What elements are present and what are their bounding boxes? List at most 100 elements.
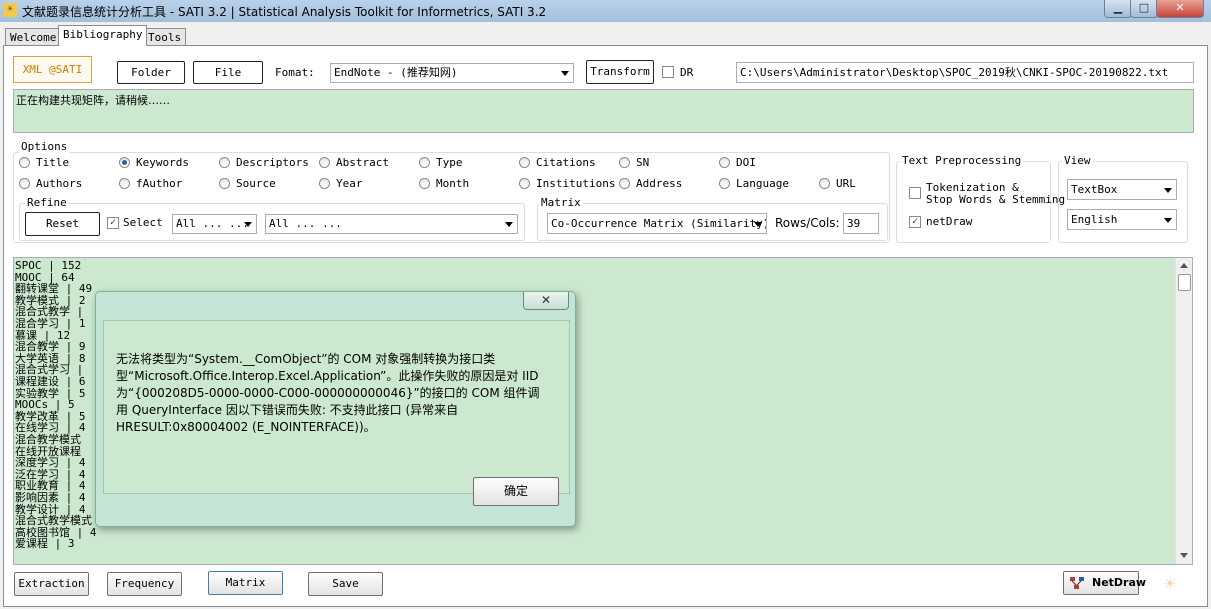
- option-label-keywords: Keywords: [136, 156, 189, 169]
- reset-button[interactable]: Reset: [25, 212, 100, 236]
- option-radio-month[interactable]: [419, 178, 430, 189]
- tab-tools[interactable]: Tools: [143, 28, 187, 46]
- tokenization-checkbox[interactable]: [909, 187, 921, 199]
- chevron-down-icon: [505, 222, 513, 227]
- option-radio-citations[interactable]: [519, 157, 530, 168]
- file-path-input[interactable]: C:\Users\Administrator\Desktop\SPOC_2019…: [736, 62, 1194, 83]
- xml-sati-label: XML @SATI: [13, 56, 92, 83]
- result-line: 翻转课堂 | 49: [15, 282, 93, 296]
- netdraw-label: netDraw: [926, 215, 973, 228]
- refine-filter-select-2[interactable]: All ... ...: [265, 214, 518, 234]
- option-radio-keywords[interactable]: [119, 157, 130, 168]
- option-radio-source[interactable]: [219, 178, 230, 189]
- option-label-month: Month: [436, 177, 470, 190]
- results-scrollbar[interactable]: [1175, 258, 1192, 564]
- option-radio-doi[interactable]: [719, 157, 730, 168]
- option-radio-year[interactable]: [319, 178, 330, 189]
- result-line: 混合学习 | 1: [15, 317, 86, 330]
- option-label-descriptors: Descriptors: [236, 156, 309, 169]
- frequency-button[interactable]: Frequency: [107, 572, 182, 596]
- save-button[interactable]: Save: [308, 572, 383, 596]
- dialog-message: 无法将类型为“System.__ComObject”的 COM 对象强制转换为接…: [116, 352, 540, 434]
- dialog-ok-button[interactable]: 确定: [473, 477, 559, 506]
- extraction-button[interactable]: Extraction: [14, 572, 89, 596]
- result-line: MOOCs | 5: [15, 398, 75, 412]
- view-display-select[interactable]: TextBox: [1067, 179, 1177, 200]
- format-select-value: EndNote - (推荐知网): [334, 66, 458, 79]
- dr-label: DR: [680, 66, 694, 79]
- netdraw-icon: [1069, 576, 1085, 590]
- refine-filter-select-1[interactable]: All ... ... ...: [172, 214, 257, 234]
- result-line: 混合教学 | 9: [15, 340, 86, 354]
- option-radio-fauthor[interactable]: [119, 178, 130, 189]
- select-label: Select: [123, 216, 163, 229]
- chevron-down-icon: [1164, 187, 1172, 193]
- netdraw-checkbox[interactable]: ✓: [909, 216, 921, 228]
- option-label-abstract: Abstract: [336, 156, 389, 169]
- option-label-authors: Authors: [36, 177, 83, 190]
- result-line: 爱课程 | 3: [15, 537, 75, 551]
- chevron-down-icon: [561, 71, 569, 76]
- result-line: 课程建设 | 6: [15, 375, 86, 388]
- option-radio-title[interactable]: [19, 157, 30, 168]
- status-textbox[interactable]: 正在构建共现矩阵，请稍候……: [13, 89, 1194, 133]
- result-line: SPOC | 152: [15, 259, 82, 272]
- minimize-button[interactable]: ▁: [1104, 0, 1132, 18]
- window-title: 文献题录信息统计分析工具 - SATI 3.2 | Statistical An…: [22, 5, 547, 19]
- option-label-source: Source: [236, 177, 276, 190]
- view-display-value: TextBox: [1071, 183, 1118, 196]
- matrix-button[interactable]: Matrix: [208, 571, 283, 595]
- option-label-citations: Citations: [536, 156, 596, 169]
- refine-group-label: Refine: [25, 196, 69, 209]
- stopwords-stemming-label: Stop Words & Stemming: [926, 193, 1066, 206]
- option-label-fauthor: fAuthor: [136, 177, 183, 190]
- dialog-close-button[interactable]: ✕: [523, 292, 569, 310]
- matrix-type-select[interactable]: Co-Occurrence Matrix (Similarity): [547, 213, 767, 234]
- scroll-up-icon[interactable]: [1180, 263, 1188, 268]
- option-label-institutions: Institutions: [536, 177, 616, 190]
- matrix-type-value: Co-Occurrence Matrix (Similarity): [551, 217, 767, 230]
- options-group-label: Options: [19, 140, 70, 153]
- scroll-thumb[interactable]: [1178, 274, 1191, 291]
- result-line: 深度学习 | 4: [15, 456, 86, 470]
- rows-cols-label: Rows/Cols:: [775, 216, 840, 230]
- option-radio-abstract[interactable]: [319, 157, 330, 168]
- netdraw-button-label: NetDraw: [1092, 576, 1147, 589]
- option-label-doi: DOI: [736, 156, 756, 169]
- option-label-year: Year: [336, 177, 363, 190]
- error-dialog: ✕ 无法将类型为“System.__ComObject”的 COM 对象强制转换…: [95, 291, 576, 527]
- view-language-value: English: [1071, 213, 1118, 226]
- chevron-down-icon: [1164, 217, 1172, 223]
- matrix-group-label: Matrix: [539, 196, 583, 209]
- sati-logo-icon: ☀: [1163, 574, 1178, 593]
- netdraw-button[interactable]: NetDraw: [1063, 571, 1146, 595]
- option-radio-type[interactable]: [419, 157, 430, 168]
- dr-checkbox[interactable]: [662, 66, 674, 78]
- option-radio-language[interactable]: [719, 178, 730, 189]
- tab-bibliography[interactable]: Bibliography: [58, 25, 148, 46]
- close-window-button[interactable]: ✕: [1156, 0, 1204, 18]
- format-select[interactable]: EndNote - (推荐知网): [330, 63, 574, 83]
- option-label-type: Type: [436, 156, 463, 169]
- option-radio-address[interactable]: [619, 178, 630, 189]
- file-button[interactable]: File: [193, 61, 263, 84]
- option-radio-institutions[interactable]: [519, 178, 530, 189]
- view-language-select[interactable]: English: [1067, 209, 1177, 230]
- option-radio-sn[interactable]: [619, 157, 630, 168]
- refine-filter-select-2-value: All ... ...: [269, 217, 342, 230]
- scroll-down-icon[interactable]: [1180, 553, 1188, 558]
- option-radio-descriptors[interactable]: [219, 157, 230, 168]
- select-checkbox[interactable]: ✓: [107, 217, 119, 229]
- tab-welcome[interactable]: Welcome: [5, 28, 62, 46]
- view-group-label: View: [1062, 154, 1093, 167]
- transform-button[interactable]: Transform: [586, 60, 654, 84]
- maximize-button[interactable]: □: [1130, 0, 1158, 18]
- app-icon: ☀: [3, 3, 17, 17]
- option-radio-url[interactable]: [819, 178, 830, 189]
- result-line: 混合教学模式: [15, 433, 81, 446]
- rows-cols-input[interactable]: 39: [843, 213, 879, 234]
- folder-button[interactable]: Folder: [117, 61, 185, 84]
- option-radio-authors[interactable]: [19, 178, 30, 189]
- text-preprocessing-label: Text Preprocessing: [900, 154, 1024, 167]
- view-group: [1058, 161, 1188, 243]
